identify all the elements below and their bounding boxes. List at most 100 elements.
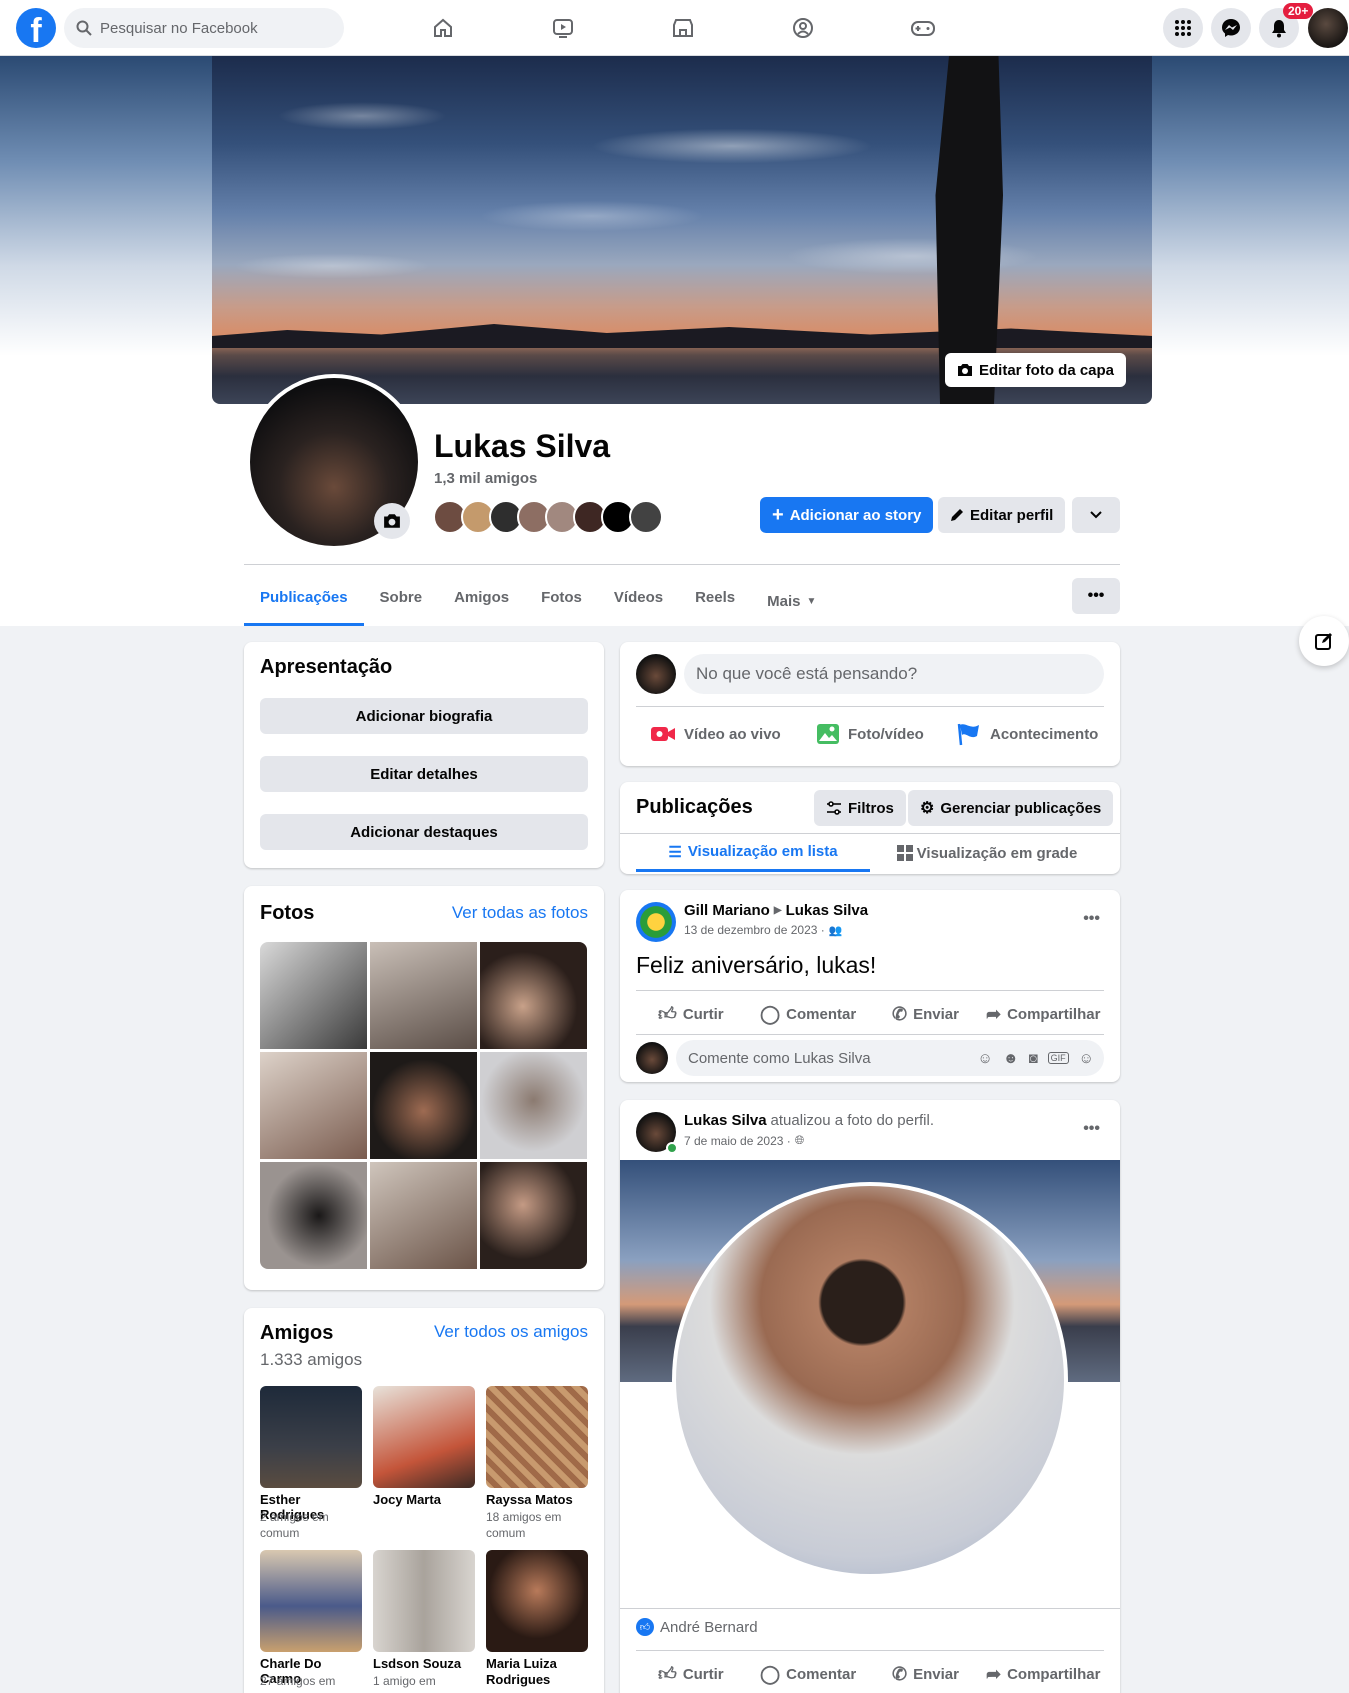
list-view-tab[interactable]: ☰ Visualização em lista [636, 834, 870, 872]
tab-amigos[interactable]: Amigos [438, 578, 525, 626]
add-highlights-button[interactable]: Adicionar destaques [260, 814, 588, 850]
friend-photo[interactable] [486, 1386, 588, 1488]
search-bar[interactable]: Pesquisar no Facebook [64, 8, 344, 48]
photo-thumbnail[interactable] [480, 942, 587, 1049]
edit-profile-button[interactable]: Editar perfil [938, 497, 1066, 533]
cover-photo[interactable] [212, 56, 1152, 404]
share-button[interactable]: ➦ Compartilhar [986, 996, 1100, 1032]
tab-sobre[interactable]: Sobre [364, 578, 439, 626]
whats-on-mind-input[interactable]: No que você está pensando? [684, 654, 1104, 694]
account-avatar[interactable] [1308, 8, 1348, 48]
friend-name[interactable]: Lsdson Souza [373, 1656, 477, 1671]
photo-video-label: Foto/vídeo [848, 725, 924, 743]
photo-thumbnail[interactable] [260, 1052, 367, 1159]
friends-count[interactable]: 1,3 mil amigos [434, 470, 537, 487]
share-label: Compartilhar [1007, 1665, 1101, 1683]
messenger-icon[interactable] [1211, 8, 1251, 48]
avatar-sticker-icon[interactable]: ☺ [977, 1050, 992, 1067]
reactions-summary[interactable]: 👍︎ André Bernard [636, 1618, 758, 1636]
friend-photo[interactable] [486, 1550, 588, 1652]
friend-name[interactable]: Rayssa Matos [486, 1492, 590, 1507]
like-icon: 👍︎ [658, 1664, 677, 1684]
user-avatar[interactable] [636, 654, 676, 694]
like-button[interactable]: 👍︎ Curtir [658, 996, 724, 1032]
photos-title: Fotos [260, 902, 315, 924]
new-message-button[interactable] [1299, 616, 1349, 666]
compose-icon [1315, 633, 1332, 650]
filters-label: Filtros [848, 799, 894, 817]
live-video-button[interactable]: Vídeo ao vivo [650, 712, 781, 756]
facebook-logo[interactable]: f [16, 8, 56, 48]
share-button[interactable]: ➦ Compartilhar [986, 1656, 1100, 1692]
list-view-label: Visualização em lista [687, 843, 838, 860]
menu-grid-icon[interactable] [1163, 8, 1203, 48]
video-icon[interactable] [543, 12, 583, 44]
send-button[interactable]: ✆ Enviar [892, 996, 959, 1032]
gif-icon[interactable]: GIF [1047, 1052, 1069, 1064]
pencil-icon [951, 509, 963, 521]
post-author[interactable]: Lukas Silva [684, 1112, 767, 1129]
add-bio-button[interactable]: Adicionar biografia [260, 698, 588, 734]
tab-fotos[interactable]: Fotos [525, 578, 598, 626]
marketplace-icon[interactable] [663, 12, 703, 44]
profile-name: Lukas Silva [434, 428, 611, 464]
tab-mais[interactable]: Mais ▼ [751, 578, 832, 626]
photo-thumbnail[interactable] [370, 1162, 477, 1269]
author-avatar[interactable] [636, 902, 676, 942]
post-profile-photo[interactable] [676, 1186, 1064, 1574]
tab-publicacoes[interactable]: Publicações [244, 578, 364, 626]
post-target[interactable]: Lukas Silva [786, 902, 869, 919]
tab-reels[interactable]: Reels [679, 578, 751, 626]
grid-view-tab[interactable]: Visualização em grade [870, 834, 1104, 872]
sticker-icon[interactable]: ☺ [1079, 1050, 1094, 1067]
commenter-avatar[interactable] [636, 1042, 668, 1074]
more-options-button[interactable] [1072, 497, 1120, 533]
photo-video-button[interactable]: Foto/vídeo [816, 712, 924, 756]
friend-photo[interactable] [260, 1386, 362, 1488]
friend-avatar[interactable] [629, 500, 663, 534]
friend-photo[interactable] [260, 1550, 362, 1652]
post-options-icon[interactable]: ••• [1083, 1120, 1100, 1138]
top-navbar: f Pesquisar no Facebook 20+ [0, 0, 1349, 56]
edit-cover-button[interactable]: Editar foto da capa [945, 353, 1127, 387]
photo-thumbnail[interactable] [480, 1162, 587, 1269]
emoji-icon[interactable]: ☻ [1003, 1050, 1019, 1067]
comment-tools: ☺ ☻ ◙ GIF ☺ [977, 1050, 1094, 1067]
send-button[interactable]: ✆ Enviar [892, 1656, 959, 1692]
posts-title: Publicações [636, 796, 753, 818]
post-options-icon[interactable]: ••• [1083, 910, 1100, 928]
friend-photo[interactable] [373, 1550, 475, 1652]
photo-thumbnail[interactable] [480, 1052, 587, 1159]
friend-photo[interactable] [373, 1386, 475, 1488]
friend-name[interactable]: Maria Luiza Rodrigues [486, 1656, 590, 1688]
profile-more-button[interactable]: ••• [1072, 578, 1120, 614]
post-author[interactable]: Gill Mariano [684, 902, 770, 919]
add-story-button[interactable]: + Adicionar ao story [760, 497, 934, 533]
edit-details-button[interactable]: Editar detalhes [260, 756, 588, 792]
comment-button[interactable]: ◯ Comentar [760, 1656, 856, 1692]
like-button[interactable]: 👍︎ Curtir [658, 1656, 724, 1692]
photo-thumbnail[interactable] [370, 942, 477, 1049]
comment-button[interactable]: ◯ Comentar [760, 996, 856, 1032]
friend-name[interactable]: Jocy Marta [373, 1492, 477, 1507]
comment-icon: ◯ [760, 1663, 781, 1684]
life-event-button[interactable]: Acontecimento [956, 712, 1098, 756]
tab-videos[interactable]: Vídeos [598, 578, 679, 626]
filters-button[interactable]: Filtros [814, 790, 906, 826]
post-date[interactable]: 13 de dezembro de 2023 · [684, 923, 825, 937]
photo-thumbnail[interactable] [260, 1162, 367, 1269]
camera-icon[interactable] [374, 503, 410, 539]
home-icon[interactable] [423, 12, 463, 44]
see-all-photos-link[interactable]: Ver todas as fotos [452, 903, 588, 923]
see-all-friends-link[interactable]: Ver todos os amigos [434, 1322, 588, 1342]
grid-icon [896, 845, 913, 861]
manage-posts-button[interactable]: ⚙ Gerenciar publicações [908, 790, 1114, 826]
comment-input[interactable]: Comente como Lukas Silva ☺ ☻ ◙ GIF ☺ [676, 1040, 1104, 1076]
camera-icon[interactable]: ◙ [1029, 1050, 1038, 1067]
groups-icon[interactable] [783, 12, 823, 44]
photo-thumbnail[interactable] [370, 1052, 477, 1159]
gaming-icon[interactable] [903, 12, 943, 44]
photo-thumbnail[interactable] [260, 942, 367, 1049]
post-date[interactable]: 7 de maio de 2023 · [684, 1134, 791, 1148]
chevron-down-icon [1090, 511, 1102, 519]
